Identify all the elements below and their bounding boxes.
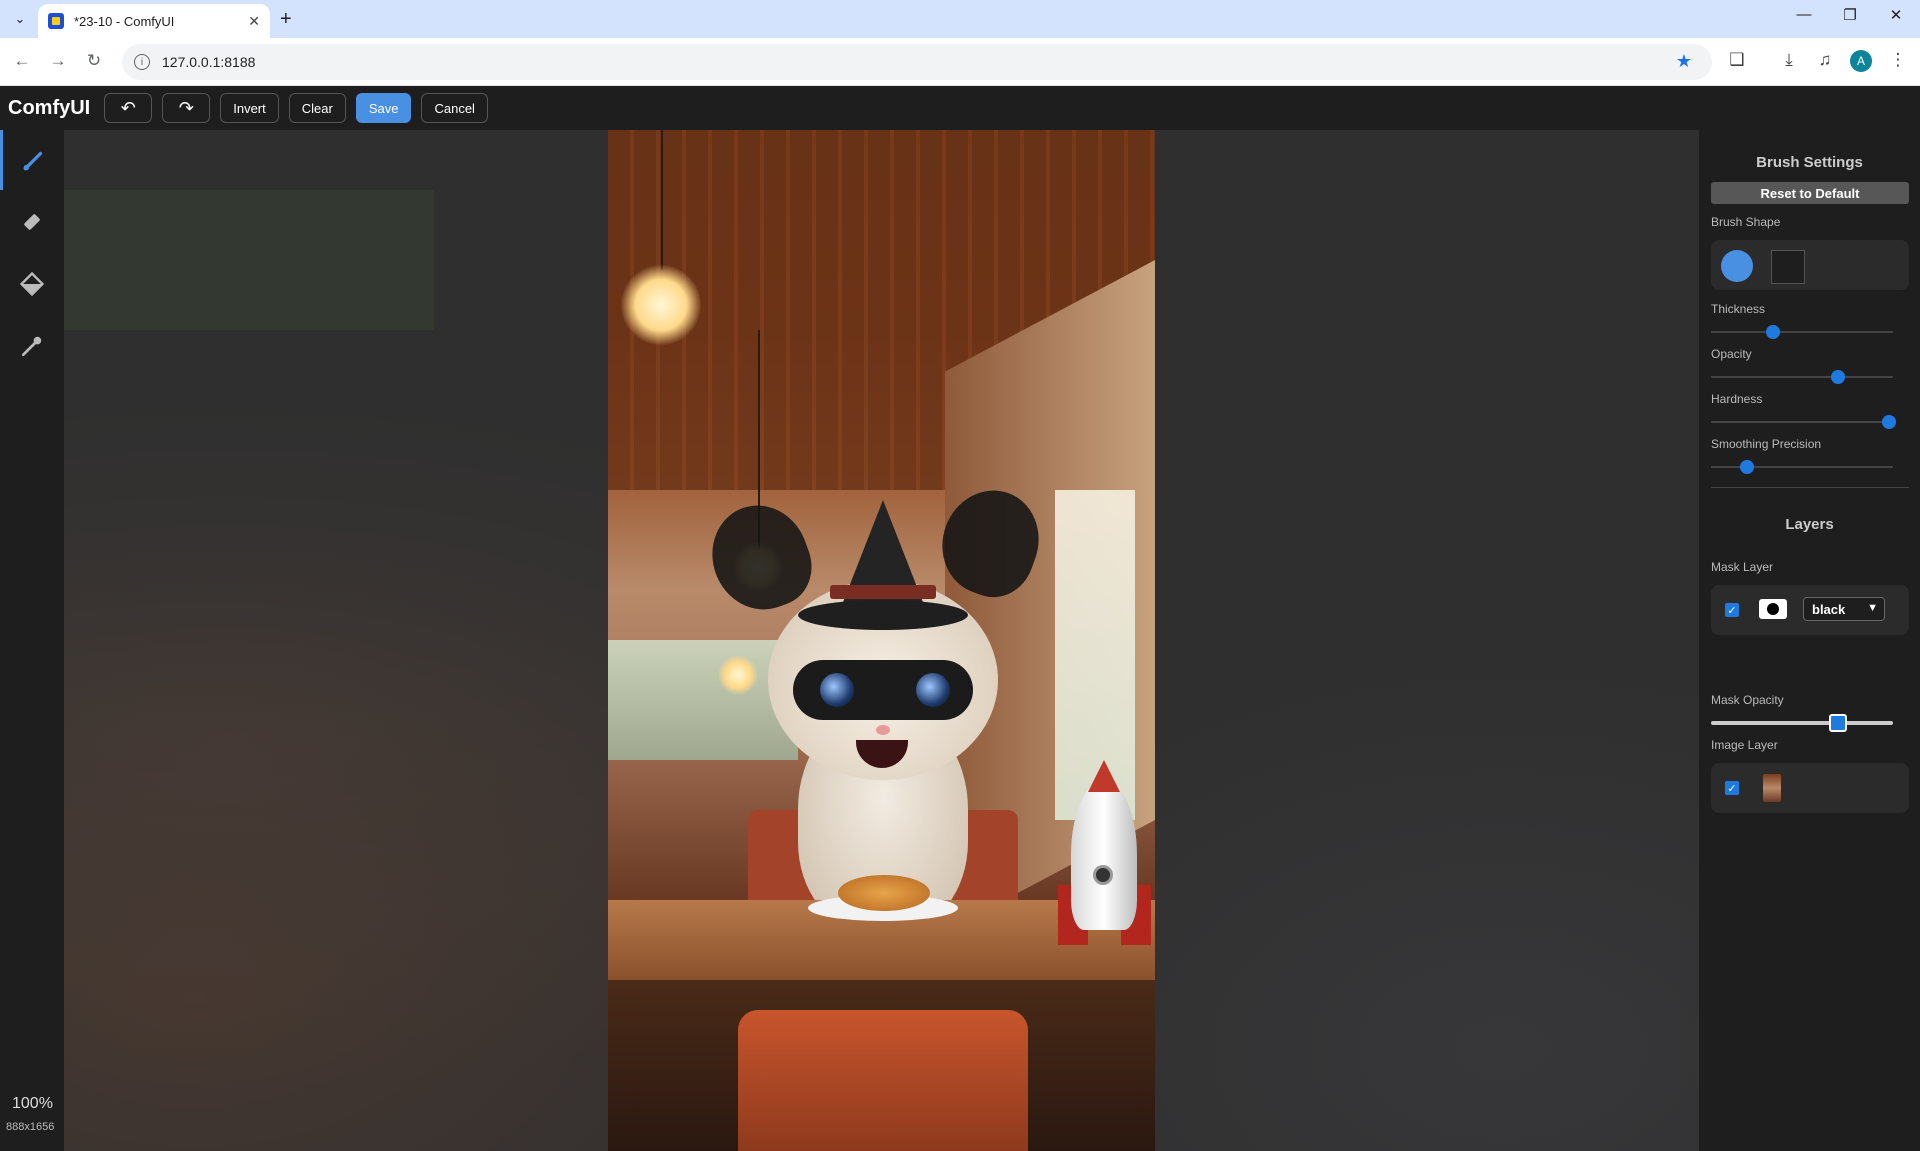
reset-to-default-button[interactable]: Reset to Default [1711, 182, 1909, 204]
opacity-label: Opacity [1711, 347, 1752, 361]
mask-color-value: black [1812, 601, 1846, 617]
lamp-light [718, 655, 758, 695]
color-picker-icon [21, 336, 42, 357]
image-right-eye [916, 673, 950, 707]
minimize-icon[interactable]: — [1784, 6, 1824, 23]
brush-shape-label: Brush Shape [1711, 215, 1781, 229]
image-layer-visibility-checkbox[interactable]: ✓ [1725, 781, 1739, 795]
restore-icon[interactable]: ❐ [1830, 6, 1870, 24]
invert-button[interactable]: Invert [220, 93, 279, 123]
edited-image[interactable] [608, 130, 1155, 1151]
bookmark-star-icon[interactable]: ★ [1676, 51, 1692, 72]
panel-divider [1711, 487, 1909, 488]
brush-icon [23, 151, 42, 171]
tab-title: *23-10 - ComfyUI [74, 13, 175, 29]
masked-left-ear [697, 491, 824, 624]
reload-icon[interactable]: ↻ [82, 51, 106, 71]
image-rocket [1071, 780, 1137, 930]
editor-canvas[interactable] [64, 130, 1699, 1151]
tab-search-chevron-icon[interactable]: ⌄ [8, 7, 32, 31]
image-hat-brim [798, 600, 968, 630]
mask-layer-icon [1759, 599, 1787, 619]
profile-avatar[interactable]: A [1850, 50, 1872, 72]
omnibox[interactable]: i 127.0.0.1:8188 ★ [122, 44, 1712, 80]
hardness-label: Hardness [1711, 392, 1763, 406]
thickness-slider-knob[interactable] [1765, 325, 1780, 339]
top-toolbar: ComfyUI ↶ ↷ Invert Clear Save Cancel [0, 86, 1920, 130]
mask-opacity-slider[interactable] [1711, 714, 1893, 732]
hardness-slider-knob[interactable] [1882, 415, 1897, 429]
browser-tab-bar: ⌄ *23-10 - ComfyUI ✕ + — ❐ ✕ [0, 0, 1920, 38]
image-pastry [838, 875, 930, 911]
image-rocket-window [1093, 865, 1113, 885]
image-nose [876, 725, 890, 735]
smoothing-precision-slider[interactable] [1711, 460, 1893, 474]
new-tab-icon[interactable]: + [280, 8, 292, 31]
thickness-slider[interactable] [1711, 325, 1893, 339]
opacity-slider[interactable] [1711, 370, 1893, 384]
eraser-icon [24, 214, 40, 230]
eraser-tool[interactable] [0, 192, 64, 252]
thickness-label: Thickness [1711, 302, 1766, 316]
layers-title: Layers [1785, 516, 1834, 533]
image-hat-band [830, 585, 936, 599]
image-left-eye [820, 673, 854, 707]
paint-bucket-icon [19, 271, 45, 297]
redo-button[interactable]: ↷ [162, 93, 211, 123]
mask-opacity-label: Mask Opacity [1711, 693, 1784, 707]
circle-shape-option[interactable] [1721, 250, 1753, 282]
image-stool [738, 1010, 1028, 1151]
smoothing-precision-label: Smoothing Precision [1711, 437, 1822, 451]
address-bar-row: ← → ↻ i 127.0.0.1:8188 ★ ❑ ⤓ ♫ A ⋮ [0, 38, 1920, 86]
browser-menu-icon[interactable]: ⋮ [1886, 50, 1910, 70]
paint-bucket-tool[interactable] [0, 254, 64, 314]
zoom-level: 100% [12, 1095, 53, 1112]
save-button[interactable]: Save [355, 93, 412, 123]
tool-sidebar: 100% 888x1656 [0, 130, 64, 1151]
cancel-button[interactable]: Cancel [421, 93, 488, 123]
smoothing-slider-knob[interactable] [1740, 460, 1755, 474]
close-window-icon[interactable]: ✕ [1876, 6, 1916, 24]
browser-tab[interactable]: *23-10 - ComfyUI ✕ [38, 4, 270, 38]
image-layer-row: ✓ [1711, 763, 1909, 813]
media-controls-icon[interactable]: ♫ [1813, 50, 1837, 70]
image-layer-label: Image Layer [1711, 738, 1778, 752]
opacity-slider-knob[interactable] [1831, 370, 1846, 384]
mask-editor: ComfyUI ↶ ↷ Invert Clear Save Cancel 100… [0, 86, 1920, 1151]
mask-layer-row: ✓ black ▼ [1711, 585, 1909, 635]
brush-shape-selector [1711, 240, 1909, 290]
image-rocket-tip [1088, 760, 1120, 792]
mask-opacity-knob[interactable] [1829, 714, 1848, 732]
site-info-icon[interactable]: i [134, 54, 150, 70]
back-icon[interactable]: ← [10, 51, 34, 71]
mask-color-select[interactable]: black ▼ [1803, 597, 1885, 621]
image-layer-thumbnail [1763, 774, 1781, 802]
app-brand: ComfyUI [8, 96, 91, 119]
downloads-icon[interactable]: ⤓ [1777, 50, 1801, 70]
clear-button[interactable]: Clear [288, 93, 346, 123]
settings-panel: Brush Settings Reset to Default Brush Sh… [1699, 130, 1920, 1151]
tab-close-icon[interactable]: ✕ [248, 13, 260, 30]
url-text: 127.0.0.1:8188 [162, 54, 256, 70]
lamp-cord [661, 130, 663, 270]
lamp-light [621, 265, 701, 345]
undo-button[interactable]: ↶ [104, 93, 153, 123]
mask-layer-visibility-checkbox[interactable]: ✓ [1725, 603, 1739, 617]
undo-icon: ↶ [120, 97, 136, 118]
brush-tool[interactable] [0, 130, 64, 190]
hardness-slider[interactable] [1711, 415, 1897, 429]
color-picker-tool[interactable] [0, 316, 64, 376]
comfyui-favicon-icon [48, 13, 64, 29]
brush-settings-title: Brush Settings [1756, 154, 1863, 171]
extensions-icon[interactable]: ❑ [1725, 50, 1749, 70]
square-shape-option[interactable] [1771, 250, 1805, 284]
mask-layer-label: Mask Layer [1711, 560, 1774, 574]
forward-icon[interactable]: → [46, 51, 70, 71]
image-dimensions: 888x1656 [6, 1121, 55, 1133]
redo-icon: ↷ [178, 97, 194, 118]
chevron-down-icon: ▼ [1867, 602, 1878, 614]
